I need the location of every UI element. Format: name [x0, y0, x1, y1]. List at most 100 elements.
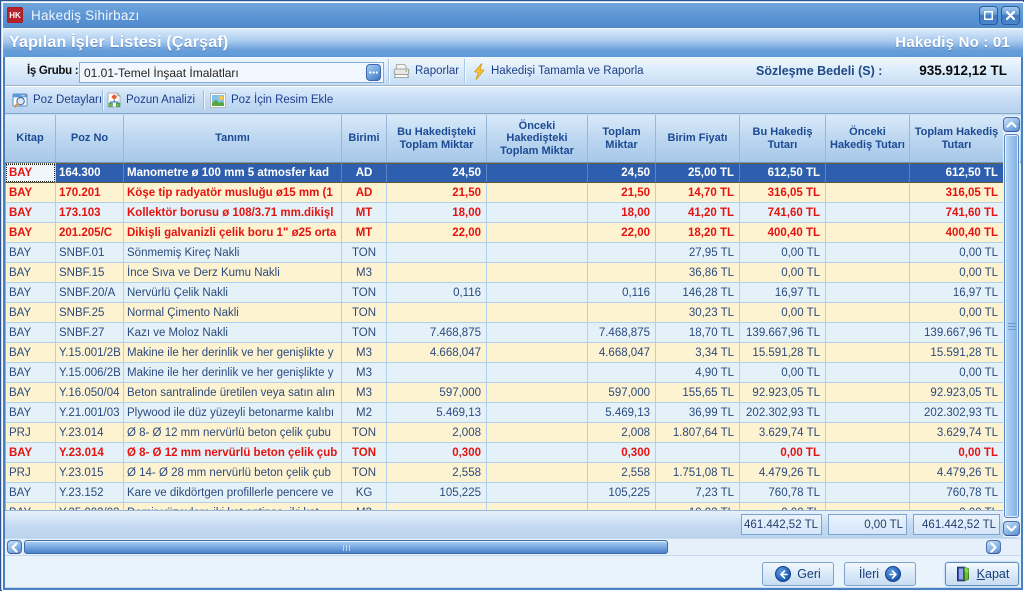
table-cell[interactable]: 1.751,08 TL: [656, 463, 740, 483]
table-cell[interactable]: Sönmemiş Kireç Nakli: [124, 243, 342, 263]
table-cell[interactable]: 4.668,047: [588, 343, 656, 363]
table-cell[interactable]: M3: [342, 503, 387, 510]
table-cell[interactable]: AD: [342, 163, 387, 183]
table-cell[interactable]: 16,97 TL: [910, 283, 1004, 303]
table-cell[interactable]: 139.667,96 TL: [740, 323, 826, 343]
table-cell[interactable]: Köşe tip radyatör musluğu ø15 mm (1: [124, 183, 342, 203]
table-cell[interactable]: [487, 403, 588, 423]
table-cell[interactable]: 0,300: [588, 443, 656, 463]
table-cell[interactable]: Y.23.014: [56, 423, 124, 443]
table-cell[interactable]: 3,34 TL: [656, 343, 740, 363]
table-cell[interactable]: SNBF.25: [56, 303, 124, 323]
table-cell[interactable]: M3: [342, 363, 387, 383]
column-header[interactable]: Poz No: [56, 115, 124, 162]
is-grubu-combo[interactable]: 01.01-Temel İnşaat İmalatları: [79, 62, 384, 83]
table-cell[interactable]: 2,008: [387, 423, 487, 443]
table-row[interactable]: PRJY.23.014Ø 8- Ø 12 mm nervürlü beton ç…: [5, 423, 1017, 443]
table-cell[interactable]: [487, 423, 588, 443]
table-cell[interactable]: TON: [342, 443, 387, 463]
table-cell[interactable]: 612,50 TL: [740, 163, 826, 183]
table-cell[interactable]: 612,50 TL: [910, 163, 1004, 183]
table-cell[interactable]: 7.468,875: [387, 323, 487, 343]
table-cell[interactable]: [487, 263, 588, 283]
table-cell[interactable]: M2: [342, 403, 387, 423]
table-cell[interactable]: Y.16.050/04: [56, 383, 124, 403]
table-cell[interactable]: [487, 363, 588, 383]
table-cell[interactable]: [826, 503, 910, 510]
raporlar-button[interactable]: Raporlar: [393, 57, 459, 85]
table-cell[interactable]: BAY: [5, 343, 56, 363]
table-cell[interactable]: [588, 243, 656, 263]
table-cell[interactable]: [487, 283, 588, 303]
table-cell[interactable]: Ø 8- Ø 12 mm nervürlü beton çelik çubu: [124, 423, 342, 443]
kapat-button[interactable]: Kapat: [945, 562, 1019, 586]
table-cell[interactable]: 24,50: [588, 163, 656, 183]
table-cell[interactable]: 4.479,26 TL: [910, 463, 1004, 483]
table-cell[interactable]: [487, 183, 588, 203]
table-cell[interactable]: Manometre ø 100 mm 5 atmosfer kad: [124, 163, 342, 183]
table-cell[interactable]: 0,00 TL: [740, 363, 826, 383]
table-cell[interactable]: Nervürlü Çelik Nakli: [124, 283, 342, 303]
title-bar[interactable]: HK Hakediş Sihirbazı: [3, 3, 1023, 28]
table-cell[interactable]: 0,00 TL: [740, 303, 826, 323]
table-cell[interactable]: 18,00: [588, 203, 656, 223]
table-cell[interactable]: 741,60 TL: [740, 203, 826, 223]
table-cell[interactable]: [588, 263, 656, 283]
table-cell[interactable]: BAY: [5, 203, 56, 223]
table-cell[interactable]: 15.591,28 TL: [910, 343, 1004, 363]
table-cell[interactable]: TON: [342, 243, 387, 263]
table-cell[interactable]: TON: [342, 323, 387, 343]
table-cell[interactable]: TON: [342, 423, 387, 443]
table-cell[interactable]: Y.25.002/03: [56, 503, 124, 510]
table-cell[interactable]: [656, 443, 740, 463]
table-cell[interactable]: Y.15.001/2B: [56, 343, 124, 363]
table-cell[interactable]: 4.668,047: [387, 343, 487, 363]
table-cell[interactable]: BAY: [5, 363, 56, 383]
column-header[interactable]: Bu HakediştekiToplam Miktar: [387, 115, 487, 162]
scroll-down-button[interactable]: [1003, 521, 1020, 536]
table-cell[interactable]: [487, 383, 588, 403]
vertical-scroll-thumb[interactable]: [1004, 134, 1019, 518]
table-cell[interactable]: [387, 503, 487, 510]
table-cell[interactable]: BAY: [5, 163, 56, 183]
column-header[interactable]: Tanımı: [124, 115, 342, 162]
table-cell[interactable]: 7,23 TL: [656, 483, 740, 503]
table-cell[interactable]: 105,225: [387, 483, 487, 503]
table-cell[interactable]: 2,558: [387, 463, 487, 483]
table-cell[interactable]: Beton santralinde üretilen veya satın al…: [124, 383, 342, 403]
table-cell[interactable]: [487, 443, 588, 463]
table-cell[interactable]: TON: [342, 303, 387, 323]
table-cell[interactable]: 760,78 TL: [910, 483, 1004, 503]
table-cell[interactable]: [826, 343, 910, 363]
table-cell[interactable]: 3.629,74 TL: [910, 423, 1004, 443]
table-cell[interactable]: 0,00 TL: [910, 363, 1004, 383]
column-header[interactable]: Toplam HakedişTutarı: [910, 115, 1004, 162]
column-header[interactable]: Bu HakedişTutarı: [740, 115, 826, 162]
table-cell[interactable]: 0,00 TL: [910, 243, 1004, 263]
vertical-scrollbar[interactable]: [1003, 116, 1020, 537]
table-cell[interactable]: Makine ile her derinlik ve her genişlikt…: [124, 363, 342, 383]
table-cell[interactable]: 146,28 TL: [656, 283, 740, 303]
table-cell[interactable]: BAY: [5, 323, 56, 343]
table-row[interactable]: BAY170.201Köşe tip radyatör musluğu ø15 …: [5, 183, 1017, 203]
table-row[interactable]: BAYSNBF.01Sönmemiş Kireç NakliTON27,95 T…: [5, 243, 1017, 263]
table-cell[interactable]: 0,00 TL: [910, 443, 1004, 463]
table-cell[interactable]: 30,23 TL: [656, 303, 740, 323]
table-cell[interactable]: BAY: [5, 243, 56, 263]
table-cell[interactable]: [826, 303, 910, 323]
table-cell[interactable]: 105,225: [588, 483, 656, 503]
table-cell[interactable]: [826, 323, 910, 343]
table-cell[interactable]: BAY: [5, 443, 56, 463]
table-row[interactable]: BAYSNBF.15İnce Sıva ve Derz Kumu NakliM3…: [5, 263, 1017, 283]
table-row[interactable]: BAYSNBF.27Kazı ve Moloz NakliTON7.468,87…: [5, 323, 1017, 343]
table-cell[interactable]: [588, 303, 656, 323]
table-cell[interactable]: 173.103: [56, 203, 124, 223]
tamamla-button[interactable]: Hakedişi Tamamla ve Raporla: [472, 57, 644, 85]
table-cell[interactable]: 18,00: [387, 203, 487, 223]
table-row[interactable]: BAY164.300Manometre ø 100 mm 5 atmosfer …: [5, 163, 1017, 183]
table-cell[interactable]: 27,95 TL: [656, 243, 740, 263]
table-cell[interactable]: TON: [342, 463, 387, 483]
table-cell[interactable]: BAY: [5, 383, 56, 403]
table-cell[interactable]: [826, 483, 910, 503]
table-row[interactable]: BAY173.103Kollektör borusu ø 108/3.71 mm…: [5, 203, 1017, 223]
